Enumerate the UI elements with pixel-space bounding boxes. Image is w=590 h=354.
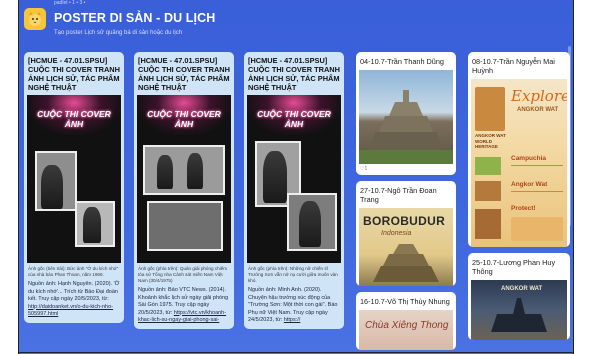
column-4: 04-10.7-Trần Thanh Dũng ♡1 27-10.7-Ngô T… — [356, 52, 456, 350]
borobudur-poster: BOROBUDUR Indonesia — [359, 208, 453, 286]
angkor-explore-poster: Explore ANGKOR WAT ANGKOR WAT WORLD HERI… — [471, 79, 567, 247]
poster-image: CUỘC THI COVER ẢNH — [27, 95, 121, 263]
figure-silhouette — [83, 207, 101, 243]
post-card-1[interactable]: [HCMUE - 47.01.SPSU] CUỘC THI COVER TRAN… — [24, 52, 124, 323]
post-title: [HCMUE - 47.01.SPSU] CUỘC THI COVER TRAN… — [28, 56, 120, 92]
post-caption: Ảnh gốc (bên trái): Bức ảnh "Ở du kích n… — [28, 266, 119, 277]
post-card[interactable]: [HCMUE - 47.01.SPSU] CUỘC THI COVER TRAN… — [244, 52, 344, 329]
figure-silhouette — [41, 165, 63, 209]
temple-photo — [359, 70, 453, 164]
section-heading: Angkor Wat — [511, 181, 548, 188]
poster-heading: Explore — [511, 87, 567, 105]
post-title: 16-10.7-Võ Thị Thùy Nhung — [360, 297, 450, 306]
source-link[interactable]: http://daidoanket.vn/o-du-kich-nho-50599… — [28, 304, 113, 318]
source-link[interactable]: https:// — [284, 317, 301, 323]
post-card[interactable]: 04-10.7-Trần Thanh Dũng ♡1 — [356, 52, 456, 175]
temple-photo — [475, 87, 505, 131]
post-title: 08-10.7-Trần Nguyễn Mai Huỳnh — [472, 57, 555, 75]
padlet-board: padlet • 1 • 3 • POSTER DI SẢN - DU LỊCH… — [18, 0, 573, 354]
poster-footer — [511, 217, 563, 241]
post-title: [HCMUE - 47.01.SPSU] CUỘC THI COVER TRAN… — [138, 56, 230, 92]
post-card[interactable]: [HCMUE - 47.01.SPSU] CUỘC THI COVER TRAN… — [134, 52, 234, 329]
post-card-2[interactable]: [HCMUE - 47.01.SPSU] CUỘC THI COVER TRAN… — [134, 52, 234, 329]
post-title: 25-10.7-Lương Phan Huy Thông — [472, 258, 556, 276]
xieng-thong-poster: Chùa Xiêng Thong — [359, 310, 453, 350]
post-title: [HCMUE - 47.01.SPSU] CUỘC THI COVER TRAN… — [248, 56, 340, 92]
temple-photo — [475, 181, 501, 201]
figure-silhouette — [263, 151, 287, 203]
window-border-bottom — [18, 352, 573, 353]
post-title: 27-10.7-Ngô Trần Đoan Trang — [360, 186, 437, 204]
post-card[interactable]: 16-10.7-Võ Thị Thùy Nhung Chùa Xiêng Tho… — [356, 292, 456, 350]
recolored-photo — [147, 201, 223, 251]
angkor-wat-poster: ANGKOR WAT — [471, 280, 567, 340]
map-thumbnail — [475, 157, 501, 175]
window-border-left — [18, 0, 19, 354]
board-scrollbar[interactable] — [568, 46, 571, 226]
section-heading: Campuchia — [511, 155, 547, 162]
window-border-right — [573, 0, 574, 354]
screenshot-frame: padlet • 1 • 3 • POSTER DI SẢN - DU LỊCH… — [0, 0, 590, 354]
board-subtitle: Tạo poster Lịch sử quảng bá di sản hoặc … — [54, 30, 183, 36]
post-card[interactable]: 25-10.7-Lương Phan Huy Thông ANGKOR WAT — [468, 253, 570, 340]
heritage-label: ANGKOR WAT WORLD HERITAGE — [475, 133, 506, 149]
post-card-3[interactable]: [HCMUE - 47.01.SPSU] CUỘC THI COVER TRAN… — [244, 52, 344, 329]
post-source: Nguồn ảnh: Minh Anh. (2020). Chuyện hậu … — [244, 284, 344, 329]
temple-photo — [475, 209, 501, 239]
post-caption: Ảnh gốc (phía trên): Quân giải phóng chi… — [138, 266, 228, 283]
post-card[interactable]: 08-10.7-Trần Nguyễn Mai Huỳnh Explore AN… — [468, 52, 570, 247]
poster-banner: CUỘC THI COVER ẢNH — [37, 109, 111, 129]
cat-logo-icon — [24, 8, 46, 30]
post-card[interactable]: [HCMUE - 47.01.SPSU] CUỘC THI COVER TRAN… — [24, 52, 124, 323]
top-strip: padlet • 1 • 3 • — [54, 0, 96, 6]
column-5: 08-10.7-Trần Nguyễn Mai Huỳnh Explore AN… — [468, 52, 570, 340]
archival-photo — [143, 145, 225, 195]
post-card[interactable]: 27-10.7-Ngô Trần Đoan Trang BOROBUDUR In… — [356, 181, 456, 286]
figure-silhouette — [157, 155, 173, 189]
poster-subheading: ANGKOR WAT — [517, 107, 559, 113]
poster-banner: CUỘC THI COVER ẢNH — [257, 109, 331, 129]
post-caption: Ảnh gốc (phía trên): Những nữ chiến sĩ T… — [248, 266, 338, 283]
poster-image: CUỘC THI COVER ẢNH — [247, 95, 341, 263]
section-heading: Protect! — [511, 205, 536, 212]
top-strip-text: padlet • 1 • 3 • — [54, 0, 86, 6]
post-source: Nguồn ảnh: Báo VTC News. (2014). Khoảnh … — [134, 284, 234, 329]
poster-heading: Chùa Xiêng Thong — [365, 320, 449, 331]
post-source: Nguồn ảnh: Hạnh Nguyên. (2020). 'Ở du kí… — [24, 278, 124, 323]
board-header: padlet • 1 • 3 • POSTER DI SẢN - DU LỊCH… — [18, 0, 573, 46]
figure-silhouette — [299, 201, 321, 247]
source-text: Nguồn ảnh: Hạnh Nguyên. (2020). 'Ở du kí… — [28, 281, 120, 302]
poster-image: CUỘC THI COVER ẢNH — [137, 95, 231, 263]
figure-silhouette — [187, 153, 203, 189]
board-title: POSTER DI SẢN - DU LỊCH — [54, 11, 216, 25]
post-title: 04-10.7-Trần Thanh Dũng — [360, 57, 444, 66]
poster-banner: CUỘC THI COVER ẢNH — [147, 109, 221, 129]
like-count[interactable]: ♡1 — [356, 164, 456, 175]
